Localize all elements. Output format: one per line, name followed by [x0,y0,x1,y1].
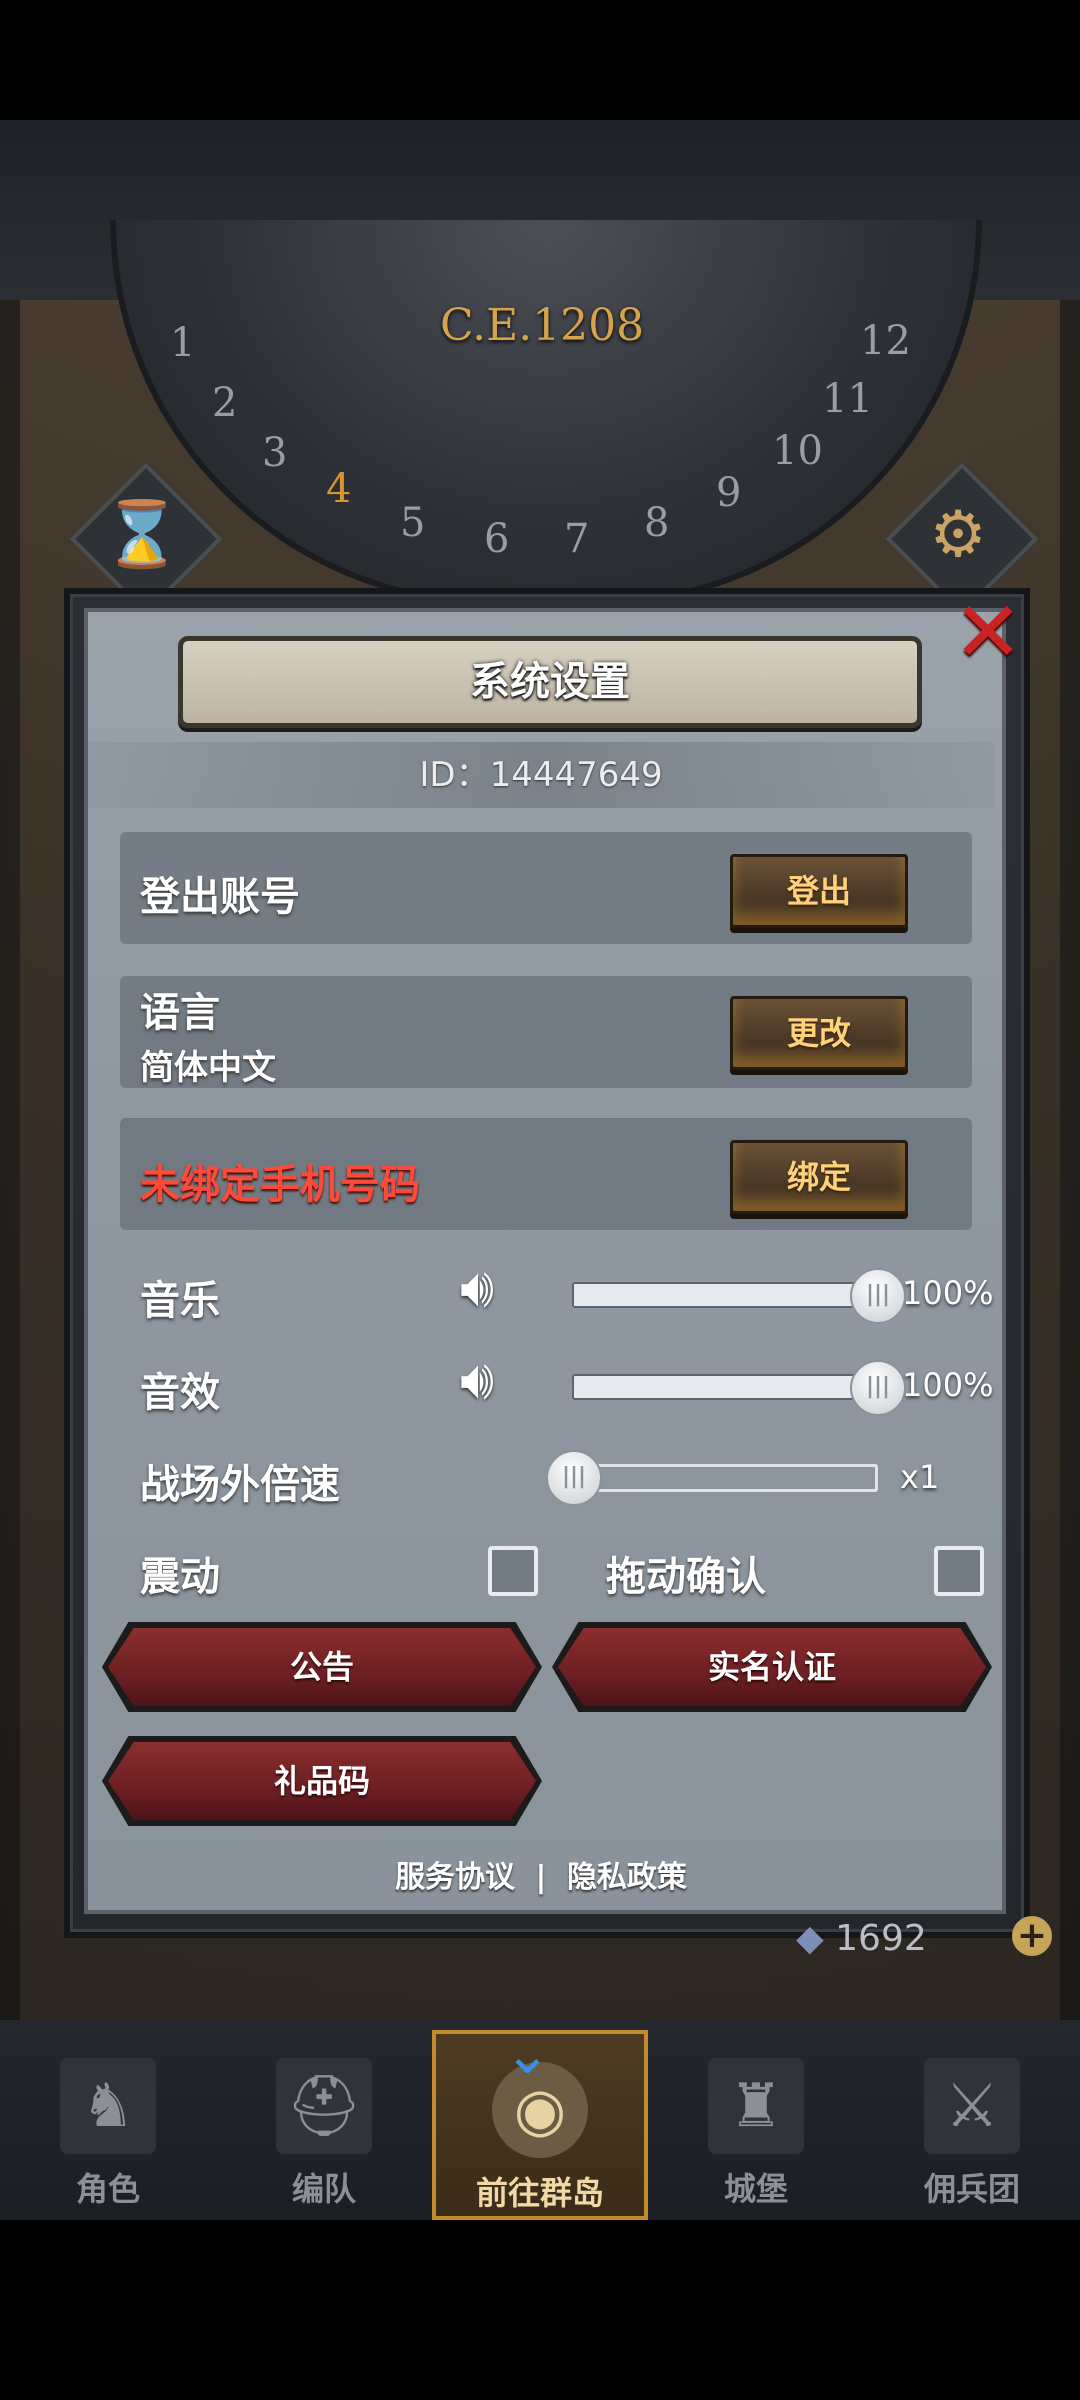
music-percent: 100% [902,1274,994,1312]
language-label: 语言 [140,990,220,1036]
announcement-button[interactable]: 公告 [102,1622,542,1712]
dial-number: 11 [822,376,873,422]
nav-item-mercenary[interactable]: ⚔ 佣兵团 [864,2030,1080,2220]
nav-item-formation[interactable]: ⛑ 编队 [216,2030,432,2220]
vibration-checkbox[interactable] [488,1546,538,1596]
hourglass-icon: ⌛ [102,498,182,572]
music-slider-handle[interactable]: ||| [850,1268,906,1324]
dial-number: 8 [644,500,670,546]
privacy-link[interactable]: 隐私政策 [567,1860,687,1895]
sfx-label: 音效 [140,1370,220,1416]
drag-confirm-label: 拖动确认 [606,1554,766,1600]
sfx-slider-handle[interactable]: ||| [850,1360,906,1416]
links-separator: | [535,1860,547,1895]
knight-icon: ♞ [60,2058,156,2154]
dial-number: 2 [212,380,238,426]
speed-slider-handle[interactable]: ||| [546,1450,602,1506]
nav-item-character[interactable]: ♞ 角色 [0,2030,216,2220]
resource-value: 1692 [835,1918,927,1959]
language-value: 简体中文 [140,1048,276,1088]
drag-confirm-checkbox[interactable] [934,1546,984,1596]
gift-code-button[interactable]: 礼品码 [102,1736,542,1826]
gear-icon: ⚙ [929,498,987,572]
helmet-icon: ⛑ [276,2058,372,2154]
phone-unbound-label: 未绑定手机号码 [140,1162,420,1208]
sfx-percent: 100% [902,1366,994,1404]
logout-button[interactable]: 登出 [730,854,908,928]
dial-number: 1 [170,320,196,366]
castle-icon: ♜ [708,2058,804,2154]
nav-item-castle[interactable]: ♜ 城堡 [648,2030,864,2220]
sfx-slider[interactable] [572,1374,876,1400]
dial-number: 10 [772,428,823,474]
gem-icon: ◆ [796,1918,824,1959]
vibration-label: 震动 [140,1554,220,1600]
footer-links: 服务协议 | 隐私政策 [88,1852,994,1896]
change-language-button[interactable]: 更改 [730,996,908,1070]
player-id: ID：14447649 [419,755,663,795]
dial-number: 3 [262,430,288,476]
chevron-down-icon: ⌄ [504,2022,551,2087]
speed-value: x1 [900,1458,940,1496]
music-slider[interactable] [572,1282,876,1308]
dial-number: 12 [860,318,911,364]
dial-number: 9 [716,470,742,516]
speaker-icon[interactable]: 🔊︎ [460,1256,494,1320]
dial-number: 7 [564,516,590,562]
dial-number: 5 [400,500,426,546]
realname-verify-button[interactable]: 实名认证 [552,1622,992,1712]
resource-counter: ◆ 1692 [796,1918,927,1959]
year-label: C.E.1208 [440,300,645,351]
speaker-icon[interactable]: 🔊︎ [460,1348,494,1412]
logout-label: 登出账号 [140,874,300,920]
speed-slider[interactable] [572,1464,878,1492]
speed-label: 战场外倍速 [140,1462,340,1508]
bind-phone-button[interactable]: 绑定 [730,1140,908,1214]
close-button[interactable]: ✕ [948,590,1028,674]
music-label: 音乐 [140,1278,220,1324]
mercenary-icon: ⚔ [924,2058,1020,2154]
dial-number-active: 4 [326,466,352,512]
close-x-icon: ✕ [952,583,1024,681]
terms-link[interactable]: 服务协议 [395,1860,515,1895]
dial-number: 6 [484,516,510,562]
add-resource-button[interactable]: + [1012,1916,1052,1956]
dialog-title: 系统设置 [470,659,630,705]
